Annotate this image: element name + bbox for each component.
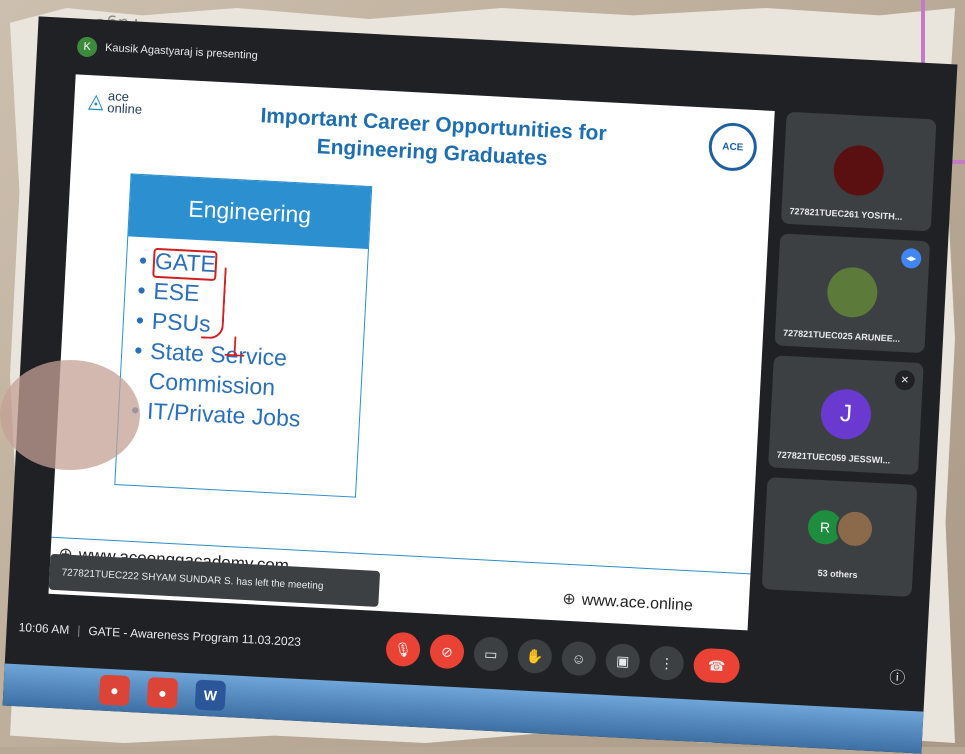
mic-off-icon: 🎙 — [393, 640, 413, 658]
meet-screen: K Kausik Agastyaraj is presenting ◬ ace … — [2, 16, 958, 754]
separator: | — [76, 623, 81, 638]
info-button[interactable]: ⓘ — [889, 664, 906, 689]
meeting-name: GATE - Awareness Program 11.03.2023 — [88, 623, 302, 649]
call-controls: 🎙 ⊘ ▭ ✋ ☺ ▣ ⋮ ☎ — [385, 631, 741, 684]
more-options-button[interactable]: ⋮ — [648, 645, 685, 682]
captions-icon: ▭ — [483, 645, 498, 662]
avatar — [835, 508, 875, 549]
emoji-button[interactable]: ☺ — [560, 640, 597, 677]
meeting-time: 10:06 AM — [18, 620, 70, 637]
end-call-button[interactable]: ☎ — [692, 647, 741, 684]
participant-tiles: 727821TUEC261 YOSITH... ◂▸ 727821TUEC025… — [761, 111, 937, 607]
participant-tile[interactable]: ◂▸ 727821TUEC025 ARUNEE... — [774, 233, 931, 354]
participant-name: 727821TUEC059 JESSWI... — [776, 449, 891, 466]
logo-line2: online — [107, 100, 143, 117]
more-icon: ⋮ — [659, 654, 675, 672]
engineering-header: Engineering — [128, 174, 372, 249]
captions-button[interactable]: ▭ — [473, 636, 509, 672]
presenter-avatar: K — [76, 36, 98, 58]
speaking-icon: ◂▸ — [900, 247, 922, 269]
decorative-blob — [0, 360, 140, 470]
info-icon: ⓘ — [888, 669, 906, 688]
avatar — [826, 266, 879, 319]
hand-icon: ✋ — [525, 647, 545, 665]
presenter-label: Kausik Agastyaraj is presenting — [104, 41, 259, 62]
ace-logo: ◬ ace online — [87, 88, 143, 117]
mic-off-button[interactable]: 🎙 — [385, 631, 421, 668]
present-icon: ▣ — [615, 652, 630, 669]
presentation-slide: ◬ ace online Important Career Opportunit… — [48, 74, 775, 631]
meeting-info: 10:06 AM | GATE - Awareness Program 11.03.… — [18, 620, 301, 649]
footer-right-url: www.ace.online — [581, 591, 694, 615]
camera-off-button[interactable]: ⊘ — [429, 633, 465, 670]
raise-hand-button[interactable]: ✋ — [517, 638, 553, 675]
emblem-text: ACE — [721, 140, 744, 153]
globe-icon: ⊕ — [561, 590, 577, 609]
emblem-icon: ACE — [707, 121, 759, 173]
camera-off-icon: ⊘ — [440, 642, 454, 660]
avatar: J — [819, 387, 873, 441]
present-button[interactable]: ▣ — [604, 642, 641, 679]
word-icon[interactable]: W — [194, 679, 227, 712]
others-tile[interactable]: R 53 others — [761, 477, 918, 597]
chrome-icon[interactable]: ● — [98, 674, 131, 707]
phone-hangup-icon: ☎ — [707, 656, 726, 674]
presenter-bar: K Kausik Agastyaraj is presenting — [76, 32, 258, 69]
chrome-icon[interactable]: ● — [146, 677, 179, 709]
avatar — [832, 144, 886, 197]
ace-logo-icon: ◬ — [87, 90, 105, 113]
engineering-box: Engineering GATE ESE PSUs State Service … — [114, 173, 373, 498]
mic-off-icon: ✕ — [894, 369, 916, 391]
emoji-icon: ☺ — [571, 650, 587, 667]
participant-name: 727821TUEC025 ARUNEE... — [782, 327, 901, 344]
slide-title: Important Career Opportunities for Engin… — [242, 101, 624, 177]
annotation-mark: ⊥ — [221, 330, 248, 363]
others-label: 53 others — [817, 567, 858, 581]
participant-tile[interactable]: 727821TUEC261 YOSITH... — [780, 111, 937, 232]
participant-tile[interactable]: ✕ J 727821TUEC059 JESSWI... — [768, 355, 924, 476]
participant-name: 727821TUEC261 YOSITH... — [789, 205, 903, 222]
